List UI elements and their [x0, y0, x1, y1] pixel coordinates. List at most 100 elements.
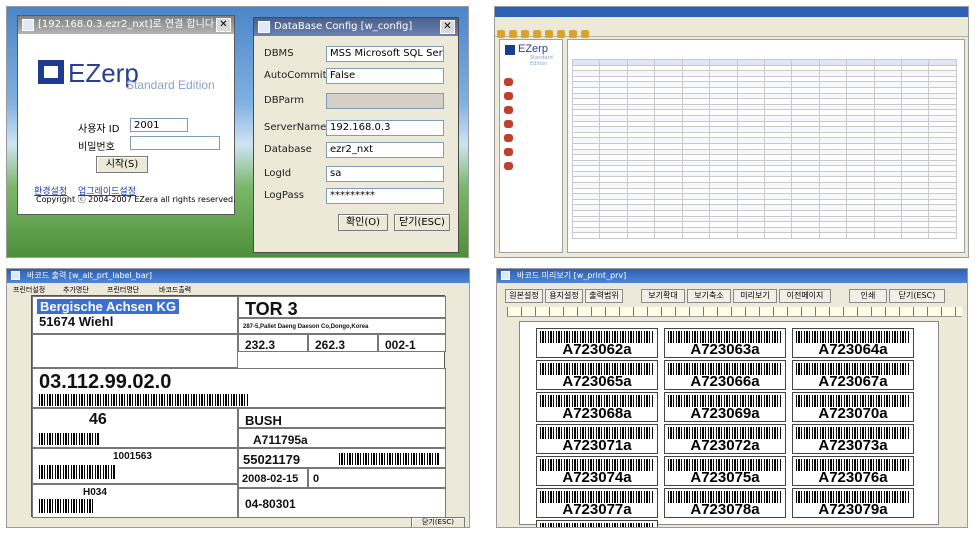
- table-cell[interactable]: [901, 232, 930, 239]
- toolbar-icon[interactable]: [581, 30, 589, 38]
- barcode-image: [39, 394, 249, 406]
- table-cell[interactable]: [736, 232, 765, 239]
- barcode-image: [39, 433, 99, 445]
- barcode-code-text: A723071a: [562, 437, 632, 454]
- servername-label: ServerName: [264, 122, 327, 133]
- close-icon[interactable]: ✕: [440, 20, 455, 34]
- toolbar-icon[interactable]: [533, 30, 541, 38]
- table-cell[interactable]: [626, 232, 656, 239]
- supplier-cell: 287-5,Pallet Daeng Daeson Co,Dongo,Korea: [238, 318, 446, 334]
- lot2-cell: 04-80301: [238, 488, 446, 518]
- copyright-text: Copyright ⓒ 2004-2007 EZera all rights r…: [36, 195, 236, 204]
- table-cell[interactable]: [709, 232, 738, 239]
- close-button[interactable]: 닫기(ESC): [889, 289, 945, 303]
- ok-button[interactable]: 확인(O): [338, 214, 388, 231]
- tab-next-page[interactable]: 미리보기: [733, 289, 777, 303]
- table-cell[interactable]: [791, 232, 820, 239]
- table-row[interactable]: [571, 232, 957, 239]
- table-cell[interactable]: [873, 232, 903, 239]
- sidebar-item[interactable]: [500, 145, 562, 159]
- sidebar-item[interactable]: [500, 159, 562, 173]
- tab-printer-setup[interactable]: 프린터설정: [13, 285, 45, 295]
- barcode-label: A723066a: [664, 360, 786, 390]
- table-cell[interactable]: [928, 232, 957, 239]
- sidebar-edition: Standard Edition: [530, 55, 553, 67]
- toolbar-icon[interactable]: [521, 30, 529, 38]
- tab-barcode-print[interactable]: 바코드출력: [159, 285, 191, 295]
- barcode-label: A723080a: [536, 520, 658, 527]
- logpass-field[interactable]: *********: [326, 188, 444, 204]
- num1-text: 1001563: [113, 451, 152, 462]
- userid-label: 사용자 ID: [78, 124, 120, 135]
- barcode-code-text: A723074a: [562, 469, 632, 486]
- tab-printer-list[interactable]: 프린터명단: [107, 285, 139, 295]
- table-cell[interactable]: [571, 232, 601, 239]
- servername-field[interactable]: 192.168.0.3: [326, 120, 444, 136]
- barcode-label: A723064a: [792, 328, 914, 358]
- toolbar-icon[interactable]: [509, 30, 517, 38]
- autocommit-field[interactable]: False: [326, 68, 444, 84]
- ezerp-logo-icon: [38, 60, 64, 84]
- toolbar-icon[interactable]: [497, 30, 505, 38]
- desc-text: BUSH: [245, 413, 282, 428]
- tab-source-setup[interactable]: 원본설정: [505, 289, 543, 303]
- date-text: 2008-02-15: [242, 473, 299, 485]
- desc-cell: BUSH: [238, 408, 446, 428]
- logid-field[interactable]: sa: [326, 166, 444, 182]
- horizontal-ruler: [507, 307, 962, 317]
- barcode-label: A723069a: [664, 392, 786, 422]
- tab-add-list[interactable]: 추가명단: [63, 285, 89, 295]
- weight1-text: 232.3: [245, 338, 276, 352]
- close-button[interactable]: 닫기(ESC): [411, 517, 465, 527]
- tab-zoom-out[interactable]: 보기축소: [687, 289, 731, 303]
- toolbar-icon[interactable]: [569, 30, 577, 38]
- barcode-image: [339, 453, 439, 465]
- print-button[interactable]: 인쇄: [849, 289, 887, 303]
- preview-titlebar: 바코드 미리보기 [w_print_prv]: [497, 269, 967, 283]
- table-cell[interactable]: [599, 232, 628, 239]
- preview-window-title: 바코드 미리보기 [w_print_prv]: [517, 271, 627, 280]
- dbms-field[interactable]: MSS Microsoft SQL Server 6.x: [326, 46, 444, 62]
- tab-prev-page[interactable]: 이전페이지: [779, 289, 831, 303]
- sidebar-item[interactable]: [500, 117, 562, 131]
- date-cell: 2008-02-15: [238, 468, 308, 488]
- close-button[interactable]: 닫기(ESC): [394, 214, 450, 231]
- barcode-code-text: A723069a: [690, 405, 760, 422]
- login-screenshot: [192.168.0.3.ezr2_nxt]로 연결 합니다 ✕ EZerp S…: [6, 6, 469, 258]
- close-icon[interactable]: ✕: [216, 18, 231, 32]
- label-window-title: 바코드 출력 [w_ait_prt_label_bar]: [27, 271, 153, 280]
- grid-subtitle: [568, 50, 964, 59]
- barcode-code-text: A723067a: [818, 373, 888, 390]
- logpass-label: LogPass: [264, 190, 304, 201]
- tab-print-range[interactable]: 출력범위: [585, 289, 623, 303]
- barcode-label: A723072a: [664, 424, 786, 454]
- sidebar-item[interactable]: [500, 75, 562, 89]
- sidebar-item[interactable]: [500, 89, 562, 103]
- userid-input[interactable]: 2001: [130, 118, 188, 132]
- barcode-label: A723068a: [536, 392, 658, 422]
- password-input[interactable]: [130, 136, 220, 150]
- sidebar-item[interactable]: [500, 131, 562, 145]
- barcode-code-text: A723072a: [690, 437, 760, 454]
- dbparm-field[interactable]: [326, 93, 444, 109]
- table-cell[interactable]: [654, 232, 683, 239]
- table-cell[interactable]: [818, 232, 848, 239]
- sidebar-item[interactable]: [500, 103, 562, 117]
- sidebar-logo: EZerp: [500, 40, 562, 55]
- table-cell[interactable]: [846, 232, 875, 239]
- code-big-text: 03.112.99.02.0: [39, 371, 172, 393]
- tab-zoom-in[interactable]: 보기확대: [641, 289, 685, 303]
- barcode-label: A723077a: [536, 488, 658, 518]
- password-label: 비밀번호: [78, 142, 115, 153]
- database-field[interactable]: ezr2_nxt: [326, 142, 444, 158]
- barcode-label: A723065a: [536, 360, 658, 390]
- toolbar-icon[interactable]: [557, 30, 565, 38]
- weight2-text: 262.3: [315, 338, 346, 352]
- main-toolbar: [495, 25, 968, 38]
- table-cell[interactable]: [763, 232, 793, 239]
- start-button[interactable]: 시작(S): [96, 156, 148, 173]
- grid-table[interactable]: [571, 59, 957, 239]
- tab-paper-setup[interactable]: 용지설정: [545, 289, 583, 303]
- table-cell[interactable]: [681, 232, 711, 239]
- toolbar-icon[interactable]: [545, 30, 553, 38]
